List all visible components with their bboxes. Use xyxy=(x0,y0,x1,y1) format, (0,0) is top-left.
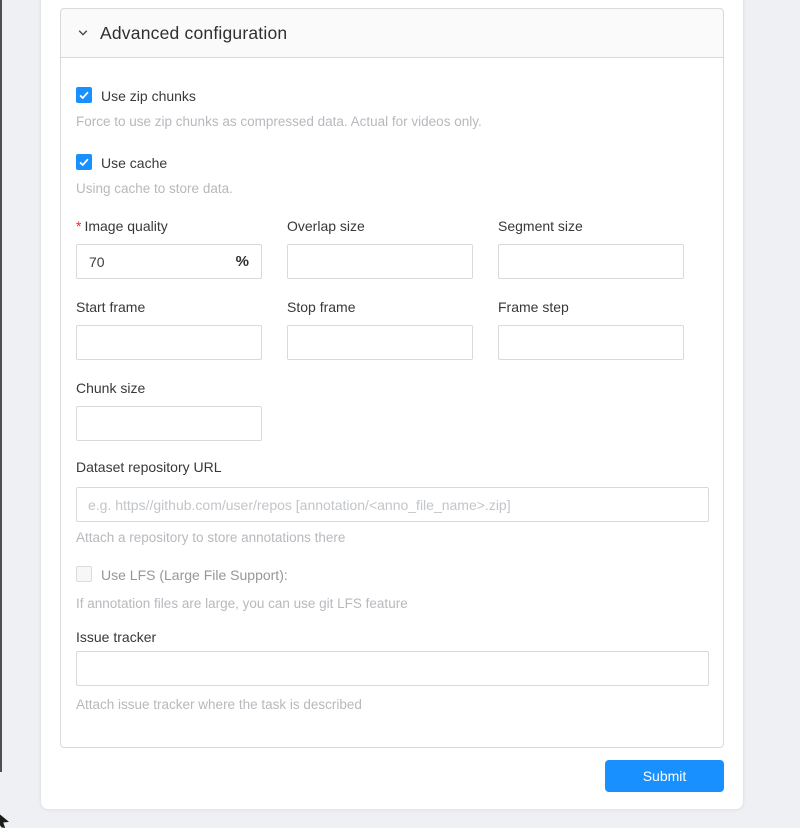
issue-tracker-help: Attach issue tracker where the task is d… xyxy=(76,697,362,712)
overlap-size-label: Overlap size xyxy=(287,218,365,234)
screenshot-viewport: Advanced configuration Use zip chunks Fo… xyxy=(0,0,800,828)
cache-help: Using cache to store data. xyxy=(76,181,233,196)
repository-url-label: Dataset repository URL xyxy=(76,459,222,475)
issue-tracker-input[interactable] xyxy=(76,651,709,686)
lfs-help: If annotation files are large, you can u… xyxy=(76,596,408,611)
chunk-size-label: Chunk size xyxy=(76,380,145,396)
submit-button[interactable]: Submit xyxy=(605,760,724,792)
repository-help: Attach a repository to store annotations… xyxy=(76,530,345,545)
image-quality-label-text: Image quality xyxy=(84,218,167,234)
start-frame-input[interactable] xyxy=(76,325,262,360)
advanced-configuration-header[interactable]: Advanced configuration xyxy=(61,9,723,58)
issue-tracker-label: Issue tracker xyxy=(76,629,156,645)
segment-size-label: Segment size xyxy=(498,218,583,234)
use-lfs-checkbox[interactable] xyxy=(76,566,92,582)
stop-frame-input[interactable] xyxy=(287,325,473,360)
use-lfs-label[interactable]: Use LFS (Large File Support): xyxy=(101,567,288,583)
mouse-cursor xyxy=(0,812,9,828)
check-icon xyxy=(77,155,91,169)
use-cache-label[interactable]: Use cache xyxy=(101,155,167,171)
chunk-size-input[interactable] xyxy=(76,406,262,441)
overlap-size-input[interactable] xyxy=(287,244,473,279)
start-frame-label: Start frame xyxy=(76,299,145,315)
check-icon xyxy=(77,88,91,102)
repository-url-input[interactable] xyxy=(76,487,709,522)
image-quality-label: *Image quality xyxy=(76,218,168,234)
frame-step-input[interactable] xyxy=(498,325,684,360)
stop-frame-label: Stop frame xyxy=(287,299,355,315)
panel-title: Advanced configuration xyxy=(100,23,287,44)
use-cache-checkbox[interactable] xyxy=(76,154,92,170)
image-quality-value: 70 xyxy=(89,254,105,270)
required-marker: * xyxy=(76,218,81,234)
use-zip-chunks-label[interactable]: Use zip chunks xyxy=(101,88,196,104)
image-quality-input[interactable]: 70 % xyxy=(76,244,262,279)
zip-chunks-help: Force to use zip chunks as compressed da… xyxy=(76,114,482,129)
advanced-configuration-panel: Advanced configuration Use zip chunks Fo… xyxy=(60,8,724,748)
chevron-down-icon[interactable] xyxy=(77,27,89,39)
segment-size-input[interactable] xyxy=(498,244,684,279)
window-left-edge xyxy=(0,0,2,772)
percent-suffix: % xyxy=(236,253,249,270)
use-zip-chunks-checkbox[interactable] xyxy=(76,87,92,103)
frame-step-label: Frame step xyxy=(498,299,569,315)
